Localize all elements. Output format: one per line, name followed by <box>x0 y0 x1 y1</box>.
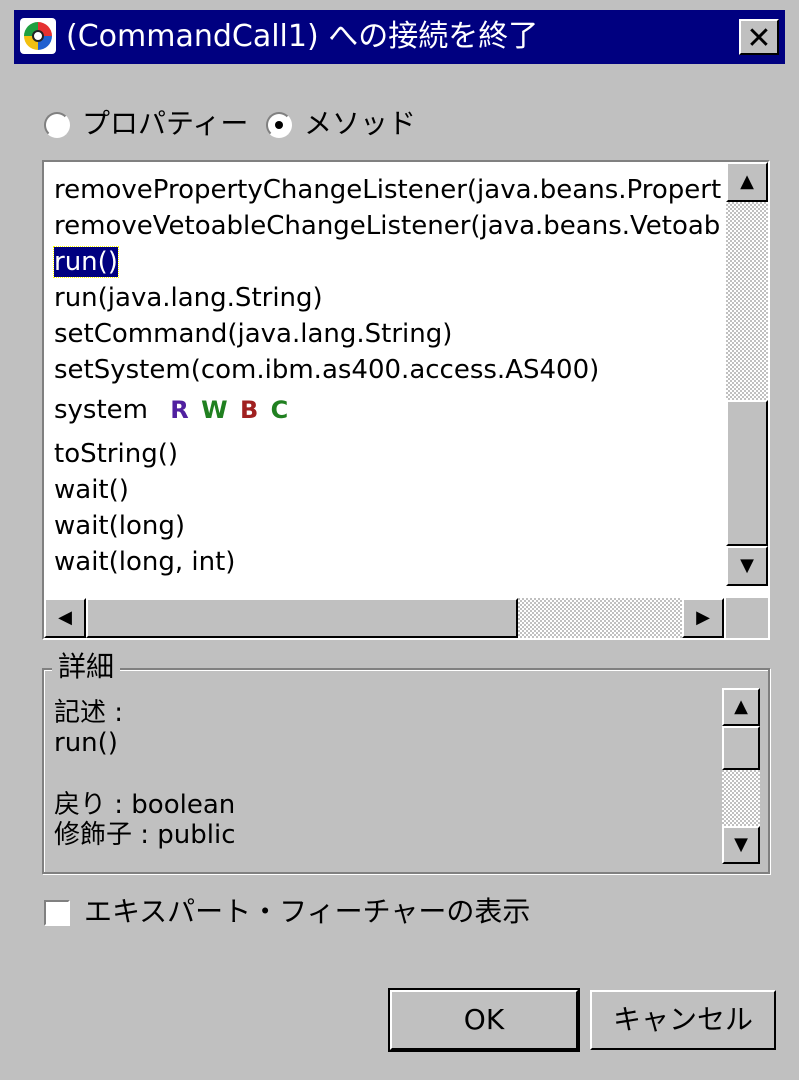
title-bar[interactable]: (CommandCall1) への接続を終了 ✕ <box>14 10 785 64</box>
close-button[interactable]: ✕ <box>739 19 779 56</box>
scroll-up-arrow-icon[interactable]: ▲ <box>726 162 768 202</box>
details-group-title: 詳細 <box>52 650 121 684</box>
vertical-scroll-thumb[interactable] <box>726 400 768 546</box>
list-item-system[interactable]: system R W B C <box>54 394 290 426</box>
return-type: 戻り : boolean <box>54 790 236 820</box>
method-list-horizontal-scrollbar[interactable]: ◀ ▶ <box>44 598 724 638</box>
constrained-badge: C <box>270 396 291 424</box>
properties-radio-label: プロパティー <box>82 107 249 140</box>
ok-button[interactable]: OK <box>388 988 580 1052</box>
list-item[interactable]: run(java.lang.String) <box>54 282 323 314</box>
write-badge: W <box>201 396 230 424</box>
list-item[interactable]: wait(long, int) <box>54 546 235 578</box>
description-value: run() <box>54 728 118 758</box>
expert-features-checkbox-box[interactable] <box>44 900 70 926</box>
details-scroll-down-arrow-icon[interactable]: ▼ <box>722 826 760 864</box>
app-icon <box>20 18 56 54</box>
properties-radio-circle[interactable] <box>44 112 70 138</box>
methods-radio-circle[interactable] <box>266 112 292 138</box>
horizontal-scroll-thumb[interactable] <box>86 598 518 638</box>
list-item[interactable]: removeVetoableChangeListener(java.beans.… <box>54 210 720 242</box>
method-list[interactable]: removePropertyChangeListener(java.beans.… <box>42 160 770 640</box>
list-item[interactable]: wait() <box>54 474 129 506</box>
method-list-vertical-scrollbar[interactable]: ▲ ▼ <box>726 162 768 586</box>
list-item[interactable]: setSystem(com.ibm.as400.access.AS400) <box>54 354 599 386</box>
method-list-items: removePropertyChangeListener(java.beans.… <box>44 162 724 586</box>
scroll-corner <box>726 598 768 638</box>
window-title: (CommandCall1) への接続を終了 <box>66 19 539 54</box>
details-scroll-thumb[interactable] <box>722 726 760 770</box>
list-item[interactable]: removePropertyChangeListener(java.beans.… <box>54 174 721 206</box>
system-method-text: system <box>54 395 148 425</box>
access-badges: R W B C <box>170 394 290 426</box>
list-item[interactable]: wait(long) <box>54 510 185 542</box>
selected-method-text: run() <box>53 246 119 278</box>
scroll-left-arrow-icon[interactable]: ◀ <box>44 598 86 638</box>
cancel-button[interactable]: キャンセル <box>590 990 776 1050</box>
expert-features-label: エキスパート・フィーチャーの表示 <box>84 895 531 928</box>
description-label: 記述 : <box>54 698 124 728</box>
list-item[interactable]: setCommand(java.lang.String) <box>54 318 452 350</box>
modifier: 修飾子 : public <box>54 820 236 850</box>
dialog-window: (CommandCall1) への接続を終了 ✕ プロパティー メソッド rem… <box>0 0 799 1080</box>
methods-radio-label: メソッド <box>304 107 417 140</box>
details-vertical-scrollbar[interactable]: ▲ ▼ <box>722 688 760 864</box>
scroll-down-arrow-icon[interactable]: ▼ <box>726 546 768 586</box>
details-group: 記述 : run() 戻り : boolean 修飾子 : public ▲ ▼ <box>42 668 770 874</box>
bound-badge: B <box>239 396 261 424</box>
details-text: 記述 : run() 戻り : boolean 修飾子 : public <box>54 690 716 866</box>
scroll-right-arrow-icon[interactable]: ▶ <box>682 598 724 638</box>
details-scroll-up-arrow-icon[interactable]: ▲ <box>722 688 760 726</box>
radio-selected-dot <box>275 121 283 129</box>
read-badge: R <box>170 396 191 424</box>
list-item-selected[interactable]: run() <box>53 246 119 278</box>
list-item[interactable]: toString() <box>54 438 178 470</box>
